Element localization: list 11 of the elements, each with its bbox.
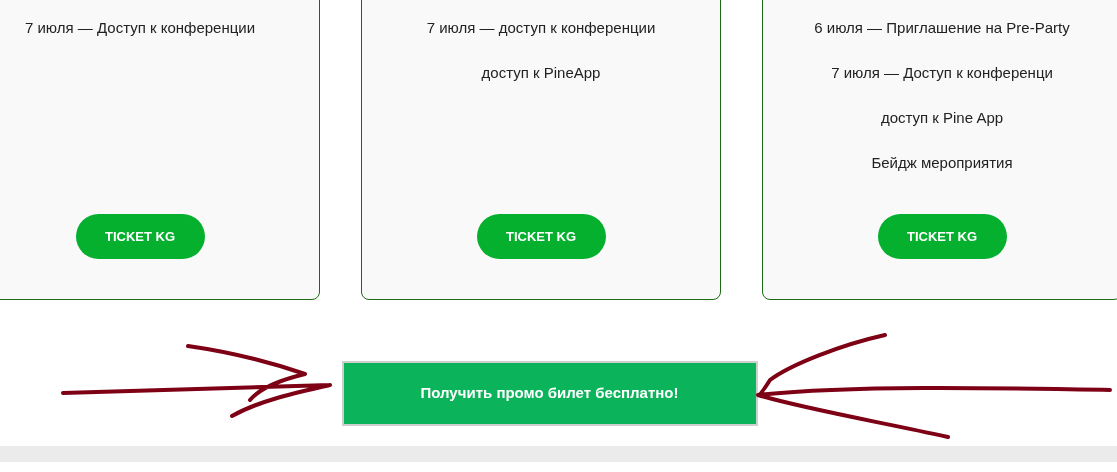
benefit-text: доступ к PineApp (481, 63, 601, 83)
benefit-text: доступ к Pine App (880, 108, 1004, 128)
promo-ticket-button[interactable]: Получить промо билет бесплатно! (341, 361, 758, 426)
benefit-text: Бейдж мероприятия (871, 153, 1013, 173)
benefit-text: 6 июля — Приглашение на Pre-Party (814, 18, 1070, 38)
benefit-text: 7 июля — Доступ к конференци (831, 63, 1053, 83)
benefit-text: 7 июля — доступ к конференции (426, 18, 656, 38)
benefit-text: 7 июля — Доступ к конференции (24, 18, 256, 38)
ticket-button[interactable]: TICKET KG (877, 214, 1007, 259)
ticket-button[interactable]: TICKET KG (476, 214, 606, 259)
ticket-button[interactable]: TICKET KG (75, 214, 205, 259)
